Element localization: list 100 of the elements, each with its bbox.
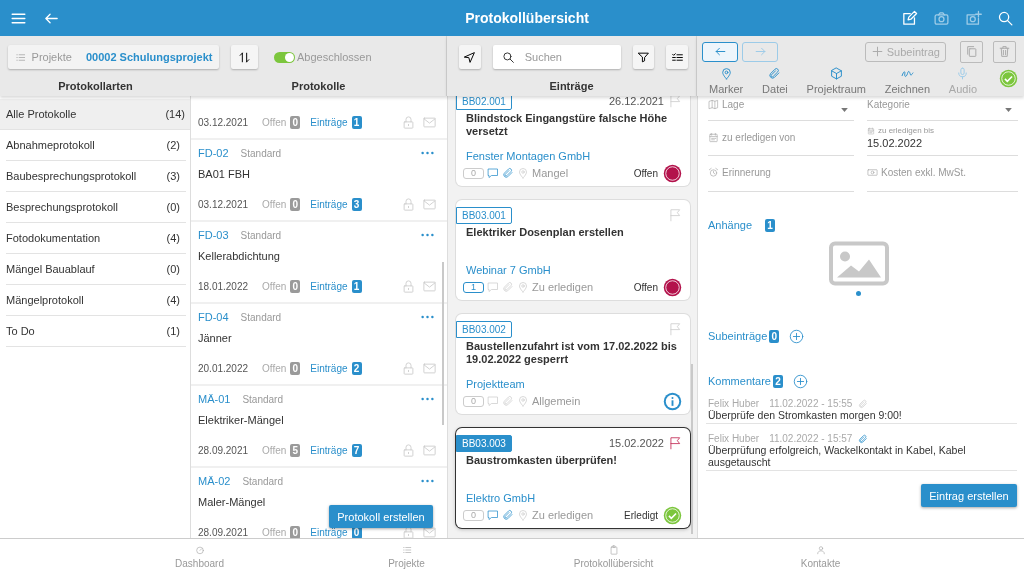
toggle-switch[interactable] [274,51,295,63]
project-selector-button[interactable]: Projekte 00002 Schulungsprojekt [8,45,219,69]
entry-card[interactable]: BB03.002 Baustellenzufahrt ist vom 17.02.2022 bis 19.02.2022 gesperrt Projektteam 0 Allgemein [456,314,690,414]
protocol-date: 18.01.2022 [198,280,250,292]
nav-item[interactable]: Kontakte [717,539,924,576]
more-dots-icon[interactable] [421,397,434,401]
lock-icon[interactable] [401,360,416,376]
location-pin-icon [517,395,529,407]
company-name: Elektro GmbH [465,491,537,506]
entry-category: Mangel [532,167,569,179]
paperclip-icon[interactable] [858,398,869,409]
add-subentry-button[interactable]: Subeintrag [864,41,946,62]
send-button[interactable] [459,45,481,69]
lock-icon[interactable] [401,114,416,130]
more-dots-icon[interactable] [421,151,434,155]
camera-plus-icon[interactable] [965,9,982,27]
form-field[interactable]: zu erledigen bis 15.02.2022 [867,121,1018,156]
entries-link[interactable]: Einträge [310,198,348,210]
more-dots-icon[interactable] [421,479,434,483]
more-dots-icon[interactable] [421,315,434,319]
protocol-type-item[interactable]: Mängelprotokoll (4) [6,285,186,316]
dropdown-caret-icon [1005,108,1012,112]
count-badge: 2 [773,374,783,388]
add-icon[interactable] [793,373,808,389]
delete-button[interactable] [993,40,1016,63]
status-label: Erledigt [624,509,658,521]
subentry-count: 0 [463,509,484,521]
open-label: Offen [262,198,287,210]
person-icon [815,545,826,555]
flag-icon[interactable] [668,96,682,108]
paperclip-icon[interactable] [858,433,869,444]
entries-count-badge: 3 [351,197,362,211]
search-field[interactable]: Suchen [492,45,621,69]
count-badge: 1 [765,218,776,232]
lock-icon[interactable] [401,196,416,212]
envelope-icon[interactable] [422,524,437,538]
entry-title: Baustromkasten überprüfen! [465,454,618,467]
protocol-title: Jänner [198,331,233,346]
nav-item[interactable]: Protokollübersicht [510,539,717,576]
entries-link[interactable]: Einträge [310,280,348,292]
entry-card[interactable]: BB03.003 15.02.2022 Baustromkasten überprüfen! Elektro GmbH 0 Zu erledigen Erledigt [456,428,690,528]
entry-card[interactable]: BB03.001 Elektriker Dosenplan erstellen Webinar 7 GmbH 1 Zu erledigen Offen [456,200,690,300]
tool-button[interactable]: Datei [760,67,790,95]
tool-button[interactable]: Marker [707,67,746,95]
subentry-count: 0 [463,395,484,407]
form-field[interactable]: Kategorie [867,98,1018,121]
form-field[interactable]: Kosten exkl. MwSt. [867,156,1018,192]
copy-button[interactable] [960,40,983,63]
section-title: Kommentare [708,375,771,387]
column-header: Einträge [548,79,595,94]
lock-icon[interactable] [401,278,416,294]
camera-icon[interactable] [933,9,950,27]
protocol-date: 28.09.2021 [198,444,250,456]
previous-button[interactable] [702,41,738,62]
form-field[interactable]: zu erledigen von [708,121,854,156]
toggle-label: Abgeschlossen [297,51,372,63]
entry-number-tag: BB03.003 [456,434,512,452]
checklist-icon [670,50,684,64]
create-entry-button[interactable]: Eintrag erstellen [921,484,1017,507]
checklist-button[interactable] [666,45,688,69]
protocol-card[interactable]: 03.12.2021 Offen 0 Einträge 1 [191,96,447,140]
entry-category: Zu erledigen [532,281,594,293]
form-field[interactable]: Erinnerung [708,156,854,192]
entry-number-tag: BB03.001 [456,206,512,224]
entries-link[interactable]: Einträge [310,362,348,374]
comment-text: Überprüfe den Stromkasten morgen 9:00! [708,409,903,421]
create-protocol-button[interactable]: Protokoll erstellen [329,505,433,528]
entry-card[interactable]: BB02.001 26.12.2021 Blindstock Eingangstüre falsche Höhe versetzt Fenster Montagen GmbH 0 Mangel Offen [456,96,690,186]
entries-link[interactable]: Einträge [310,116,348,128]
edit-icon[interactable] [901,9,918,27]
protocol-type-item[interactable]: Abnahmeprotokoll (2) [6,130,186,161]
lock-icon[interactable] [401,442,416,458]
paperclip-icon [768,67,782,80]
comment-author: Felix Huber [708,433,760,444]
location-pin-icon [517,509,529,521]
protocol-date: 28.09.2021 [198,526,250,538]
tool-button[interactable]: Projektraum [804,67,868,95]
protocol-type-item[interactable]: To Do (1) [6,316,186,347]
protocol-type-item[interactable]: Alle Protokolle (14) [0,99,190,130]
page-title: Protokollübersicht [464,10,590,26]
protocol-id: FD-03 [198,229,229,241]
pager-dot[interactable] [856,291,861,296]
protocol-type-item[interactable]: Baubesprechungsprotokoll (3) [6,161,186,192]
sort-button[interactable] [231,45,258,69]
search-icon[interactable] [997,9,1014,27]
nav-item[interactable]: Projekte [303,539,510,576]
protocol-type-item[interactable]: Fotodokumentation (4) [6,223,186,254]
more-dots-icon[interactable] [421,233,434,237]
flag-icon[interactable] [668,436,682,450]
subentry-count: 1 [463,281,484,293]
nav-item[interactable]: Dashboard [96,539,303,576]
entries-count-badge: 2 [351,361,362,375]
protocol-type-item[interactable]: Besprechungsprotokoll (0) [6,192,186,223]
protocol-type-item[interactable]: Mängel Bauablauf (0) [6,254,186,285]
entries-link[interactable]: Einträge [310,526,348,538]
filter-button[interactable] [632,45,655,69]
tool-button[interactable]: Zeichnen [882,67,932,95]
entries-link[interactable]: Einträge [310,444,348,456]
add-icon[interactable] [789,328,805,344]
form-field[interactable]: Lage [708,98,854,121]
